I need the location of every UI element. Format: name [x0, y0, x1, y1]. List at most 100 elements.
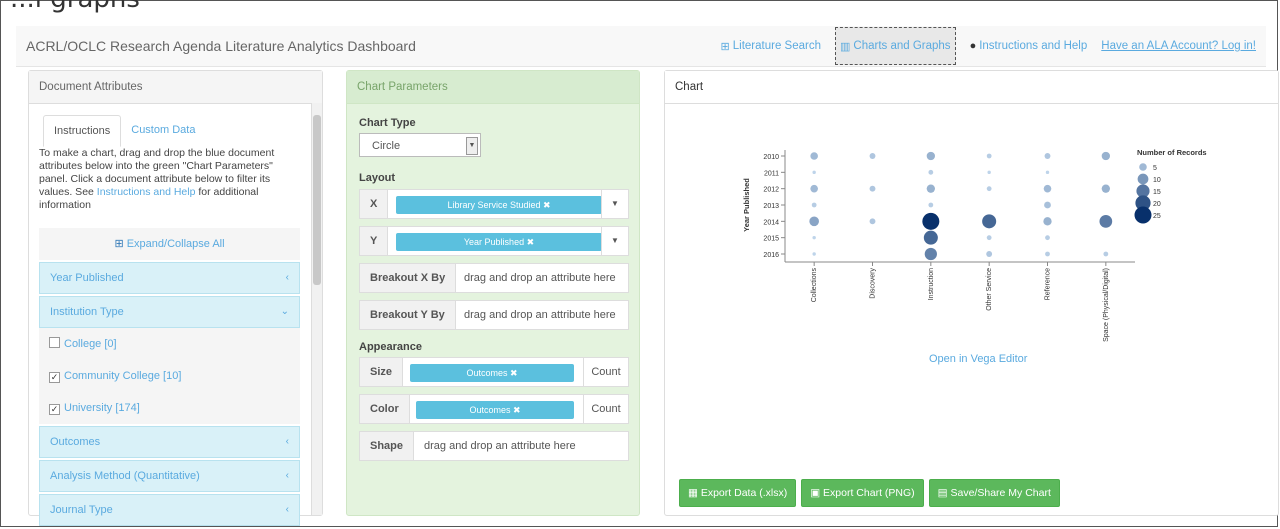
nav-charts-label: Charts and Graphs	[853, 40, 951, 52]
scroll-thumb[interactable]	[313, 115, 321, 285]
save-share-label: Save/Share My Chart	[950, 487, 1051, 499]
nav-login-link[interactable]: Have an ALA Account? Log in!	[1101, 40, 1256, 52]
nav-instructions-help[interactable]: ● Instructions and Help	[970, 40, 1088, 52]
data-point	[1101, 184, 1110, 193]
x-attribute-pill[interactable]: Library Service Studied ✖	[396, 196, 602, 214]
x-tick-label: Space (Physical/Digital)	[1103, 268, 1110, 342]
export-chart-button[interactable]: ▣ Export Chart (PNG)	[801, 479, 924, 507]
nav-login-label: Have an ALA Account? Log in!	[1101, 40, 1256, 52]
y-dropzone[interactable]: Y Year Published ✖ ▼	[359, 226, 629, 256]
attribute-label: Outcomes	[50, 436, 101, 448]
chart-type-select[interactable]: Circle ▼	[359, 133, 481, 157]
caret-down-icon[interactable]: ▼	[601, 227, 628, 255]
y-tick-label: 2013	[763, 203, 779, 210]
bubble-chart[interactable]: 2010201120122013201420152016Collections D…	[705, 121, 1265, 351]
select-arrow-icon: ▼	[466, 137, 478, 155]
panel-title: Document Attributes	[29, 71, 322, 104]
checkbox-checked[interactable]: ✓	[49, 372, 60, 383]
breakout-y-dropzone[interactable]: Breakout Y By drag and drop an attribute…	[359, 300, 629, 330]
x-tick-label: Instruction	[928, 268, 935, 300]
data-point	[924, 247, 937, 261]
search-icon: ⊞	[720, 40, 730, 53]
chart-type-value: Circle	[372, 140, 401, 152]
data-point	[869, 218, 876, 225]
chevron-left-icon: ‹	[285, 504, 289, 515]
chart-parameters-panel: Chart Parameters Chart Type Circle ▼ Layo…	[346, 70, 640, 516]
legend-label: 25	[1153, 213, 1161, 220]
data-point	[812, 252, 816, 256]
color-count-label[interactable]: Count	[583, 395, 628, 423]
data-point	[1101, 151, 1110, 161]
expand-collapse-all[interactable]: ⊞ Expand/Collapse All	[39, 228, 300, 260]
nav-literature-search-label: Literature Search	[732, 40, 821, 52]
app-title[interactable]: ACRL/OCLC Research Agenda Literature Ana…	[26, 38, 416, 54]
attribute-year-published[interactable]: Year Published ‹	[39, 262, 300, 294]
breakout-y-label: Breakout Y By	[360, 301, 456, 329]
instructions-link[interactable]: Instructions and Help	[97, 186, 196, 198]
attribute-outcomes[interactable]: Outcomes ‹	[39, 426, 300, 458]
attribute-institution-type[interactable]: Institution Type ⌄	[39, 296, 300, 328]
data-point	[986, 186, 992, 192]
tab-bar: Instructions Custom Data	[43, 115, 205, 147]
export-data-label: Export Data (.xlsx)	[700, 487, 788, 499]
data-point	[1099, 214, 1113, 228]
x-dropzone[interactable]: X Library Service Studied ✖ ▼	[359, 189, 629, 219]
filter-option-university[interactable]: ✓ University [174]	[39, 392, 300, 424]
attribute-analysis-method[interactable]: Analysis Method (Quantitative) ‹	[39, 460, 300, 492]
data-point	[1043, 217, 1052, 226]
shape-placeholder: drag and drop an attribute here	[424, 440, 576, 452]
legend-symbol	[1137, 173, 1149, 185]
data-point	[922, 212, 940, 230]
legend-label: 20	[1153, 201, 1161, 208]
x-label: X	[360, 190, 389, 218]
data-point	[986, 251, 993, 257]
y-tick-label: 2011	[764, 170, 779, 177]
data-point	[869, 185, 876, 192]
shape-dropzone[interactable]: Shape drag and drop an attribute here	[359, 431, 629, 461]
scrollbar[interactable]	[311, 103, 322, 515]
attribute-label: Year Published	[50, 272, 124, 284]
filter-option-community-college[interactable]: ✓ Community College [10]	[39, 360, 300, 392]
option-label: University [174]	[64, 402, 140, 414]
y-attribute-pill[interactable]: Year Published ✖	[396, 233, 602, 251]
caret-down-icon[interactable]: ▼	[601, 190, 628, 218]
nav-charts-and-graphs[interactable]: ▥ Charts and Graphs	[834, 27, 956, 65]
color-dropzone[interactable]: Color Outcomes ✖ Count	[359, 394, 629, 424]
open-in-vega-link[interactable]: Open in Vega Editor	[929, 353, 1027, 365]
option-label: College [0]	[64, 338, 117, 350]
checkbox-checked[interactable]: ✓	[49, 404, 60, 415]
shape-label: Shape	[360, 432, 415, 460]
legend-title: Number of Records	[1137, 148, 1207, 157]
data-point	[1044, 201, 1051, 209]
attribute-label: Institution Type	[50, 306, 124, 318]
data-point	[928, 202, 934, 208]
layout-heading: Layout	[359, 172, 396, 184]
size-dropzone[interactable]: Size Outcomes ✖ Count	[359, 357, 629, 387]
export-data-button[interactable]: ▦ Export Data (.xlsx)	[679, 479, 797, 507]
size-attribute-pill[interactable]: Outcomes ✖	[410, 364, 574, 382]
save-share-button[interactable]: ▤ Save/Share My Chart	[928, 479, 1060, 507]
chevron-left-icon: ‹	[285, 436, 289, 447]
filter-option-college[interactable]: College [0]	[39, 328, 300, 360]
y-axis-title: Year Published	[742, 178, 751, 232]
tab-custom-data[interactable]: Custom Data	[121, 115, 205, 147]
tab-instructions[interactable]: Instructions	[43, 115, 122, 147]
nav-literature-search[interactable]: ⊞ Literature Search	[721, 40, 821, 53]
bar-chart-icon: ▥	[839, 40, 851, 53]
checkbox-unchecked[interactable]	[49, 337, 60, 348]
breakout-x-label: Breakout X By	[360, 264, 457, 292]
nav-instructions-label: Instructions and Help	[979, 40, 1088, 52]
page-caption: ...l graphs	[10, 0, 140, 14]
data-point	[1044, 153, 1051, 159]
color-attribute-pill[interactable]: Outcomes ✖	[416, 401, 574, 419]
document-attributes-panel: Document Attributes Instructions Custom …	[28, 70, 323, 526]
plus-square-icon: ⊞	[114, 238, 124, 250]
chevron-left-icon: ‹	[285, 470, 289, 481]
x-tick-label: Collections	[811, 268, 818, 303]
chart-type-heading: Chart Type	[359, 117, 416, 129]
attribute-label: Analysis Method (Quantitative)	[50, 470, 200, 482]
color-label: Color	[360, 395, 410, 423]
attribute-journal-type[interactable]: Journal Type ‹	[39, 494, 300, 526]
size-count-label[interactable]: Count	[583, 358, 628, 386]
breakout-x-dropzone[interactable]: Breakout X By drag and drop an attribute…	[359, 263, 629, 293]
